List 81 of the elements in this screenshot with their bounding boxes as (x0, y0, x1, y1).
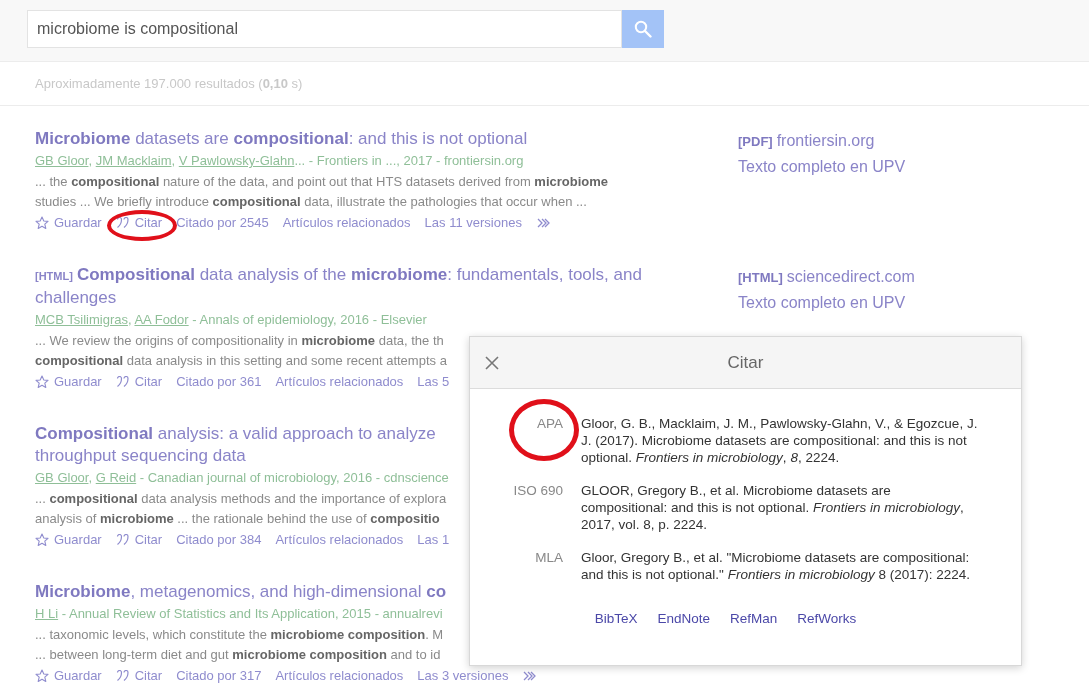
result-link[interactable]: Citado por 361 (176, 371, 262, 393)
result-link[interactable]: Las 5 (417, 371, 450, 393)
format-tag: [PDF] (738, 134, 773, 149)
save-link[interactable]: Guardar (35, 212, 102, 234)
save-link[interactable]: Guardar (35, 371, 102, 393)
cite-link[interactable]: Citar (115, 529, 163, 551)
search-icon (634, 20, 652, 38)
byline-text: , (127, 312, 133, 327)
star-icon (35, 375, 49, 389)
result-link[interactable]: Las 11 versiones (424, 212, 522, 234)
double-chevron-icon[interactable] (535, 217, 552, 229)
snippet-text: ... taxonomic levels, which constitute the microbiome composition. M (35, 627, 444, 642)
snippet-text: analysis of microbiome ... the rationale behind the use of compositio (35, 511, 440, 526)
export-link[interactable]: RefMan (730, 611, 778, 626)
snippet-text: ... the compositional nature of the data, and point out that HTS datasets derived from microbiome (35, 174, 608, 189)
quote-icon (115, 217, 130, 229)
close-icon[interactable] (484, 354, 500, 371)
result-link[interactable]: Las 3 versiones (417, 665, 509, 684)
snippet-text: ... We review the origins of compositionality in microbiome data, the th (35, 333, 444, 348)
result-title-link[interactable]: Compositional data analysis of the microbiome: fundamentals, tools, and (76, 265, 642, 284)
export-link[interactable]: EndNote (657, 611, 710, 626)
author-link[interactable]: GB Gloor (35, 153, 89, 168)
export-link[interactable]: RefWorks (797, 611, 857, 626)
citation-text: Gloor, G. B., Macklaim, J. M., Pawlowsky-Glahn, V., & Egozcue, J. J. (2017). Microbiome datasets are compositional: and this is not optional. Frontiers in microbiology, 8, 2224. (581, 416, 978, 465)
star-icon (35, 533, 49, 547)
citation-style: MLA (535, 550, 563, 565)
snippet-text: ... compositional data analysis methods and the importance of explora (35, 491, 447, 506)
result-link[interactable]: Artículos relacionados (282, 212, 411, 234)
quote-icon (115, 376, 130, 388)
author-link[interactable]: H Li (35, 606, 59, 621)
result-link[interactable]: Citado por 2545 (176, 212, 269, 234)
result-title-link[interactable]: Microbiome, metagenomics, and high-dimensional co (35, 582, 447, 601)
star-icon (35, 669, 49, 683)
result-link[interactable]: Artículos relacionados (275, 371, 404, 393)
quote-icon (115, 534, 130, 546)
byline-text: , (88, 470, 94, 485)
snippet-text: studies ... We briefly introduce compositional data, illustrate the pathologies that occur when ... (35, 194, 587, 209)
author-link[interactable]: GB Gloor (35, 470, 89, 485)
dialog-title: Citar (727, 352, 764, 372)
snippet-text: compositional data analysis in this setting and some recent attempts a (35, 353, 447, 368)
author-link[interactable]: JM Macklaim (95, 153, 172, 168)
result-title-link[interactable]: throughput sequencing data (35, 446, 246, 465)
fulltext-link[interactable]: sciencedirect.com (786, 268, 915, 285)
citation-style: ISO 690 (513, 483, 563, 498)
result-title-link[interactable]: Compositional analysis: a valid approach to analyze (35, 424, 436, 443)
citation-text: Gloor, Gregory B., et al. "Microbiome datasets are compositional: and this is not optional." Frontiers in microbiology 8 (2017): 2224. (581, 550, 971, 582)
fulltext-link[interactable]: frontiersin.org (776, 132, 875, 149)
cite-link[interactable]: Citar (115, 212, 163, 234)
cite-link[interactable]: Citar (115, 371, 163, 393)
author-link[interactable]: V Pawlowsky-Glahn (178, 153, 295, 168)
export-link[interactable]: BibTeX (594, 611, 638, 626)
citation-text: GLOOR, Gregory B., et al. Microbiome datasets are compositional: and this is not optional. Frontiers in microbiology, 2017, vol. 8, p. 2224. (581, 483, 964, 532)
author-link[interactable]: G Reid (95, 470, 137, 485)
author-link[interactable]: MCB Tsilimigras (35, 312, 128, 327)
byline-text: , (88, 153, 94, 168)
result-link[interactable]: Artículos relacionados (275, 529, 404, 551)
byline-text: ... - Frontiers in ..., 2017 - frontiersin.org (294, 153, 524, 168)
result-link[interactable]: Citado por 317 (176, 665, 262, 684)
search-button[interactable] (622, 10, 664, 48)
format-tag: [HTML] (35, 270, 73, 282)
byline-text: - Annals of epidemiology, 2016 - Elsevier (191, 312, 427, 327)
fulltext-link[interactable]: Texto completo en UPV (738, 158, 906, 175)
byline-text: - Annual Review of Statistics and Its Application, 2015 - annualrevi (60, 606, 443, 621)
result-link[interactable]: Las 1 (417, 529, 450, 551)
save-link[interactable]: Guardar (35, 665, 102, 684)
search-field[interactable]: microbiome is compositional (27, 10, 622, 48)
save-link[interactable]: Guardar (35, 529, 102, 551)
fulltext-link[interactable]: Texto completo en UPV (738, 294, 906, 311)
byline-text: , (171, 153, 177, 168)
snippet-text: ... between long-term diet and gut microbiome composition and to id (35, 647, 441, 662)
citation-style: APA (537, 416, 563, 431)
format-tag: [HTML] (738, 270, 783, 285)
author-link[interactable]: AA Fodor (134, 312, 189, 327)
result-title-link[interactable]: challenges (35, 288, 117, 307)
result-link[interactable]: Artículos relacionados (275, 665, 404, 684)
star-icon (35, 216, 49, 230)
quote-icon (115, 670, 130, 682)
result-title-link[interactable]: Microbiome datasets are compositional: and this is not optional (35, 129, 528, 148)
byline-text: - Canadian journal of microbiology, 2016 - cdnscience (138, 470, 449, 485)
result-link[interactable]: Citado por 384 (176, 529, 262, 551)
cite-link[interactable]: Citar (115, 665, 163, 684)
